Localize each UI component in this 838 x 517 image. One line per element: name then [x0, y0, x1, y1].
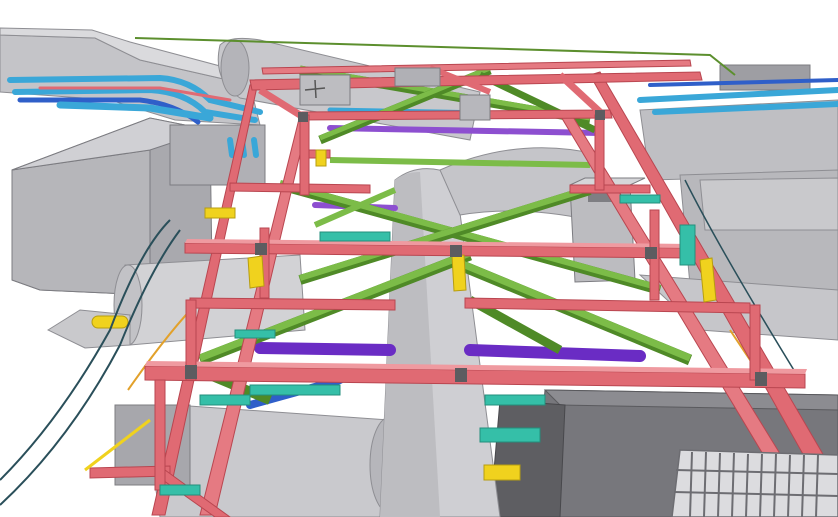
teal-7 [234, 329, 276, 339]
post-4 [749, 304, 761, 381]
teal-8 [159, 484, 201, 496]
round-duct-top-end [220, 39, 250, 97]
teal-5 [199, 394, 251, 406]
top-ladder-2 [314, 79, 317, 99]
post-7 [594, 114, 605, 191]
dark-block-mid [489, 399, 566, 517]
cage-frame [671, 449, 838, 517]
cage-grating [671, 449, 838, 517]
cyan-pipe-small-1 [227, 137, 235, 158]
beam-cross-1 [299, 109, 613, 121]
yellow-4 [483, 464, 521, 481]
cyan-pipe-small-3 [251, 137, 259, 158]
top-box-right [459, 94, 491, 121]
yellow-3 [451, 254, 467, 292]
teal-6 [679, 224, 696, 266]
top-box-far [394, 67, 441, 87]
teal-1 [319, 231, 391, 242]
beam-cross-6 [189, 297, 396, 311]
duct-right-panel [699, 177, 838, 231]
duct-right-top-box [719, 64, 811, 91]
post-6 [299, 114, 310, 196]
yellow-2 [247, 255, 265, 289]
yellow-6 [315, 149, 327, 167]
teal-4 [484, 394, 546, 406]
yellow-1 [204, 207, 236, 219]
teal-3 [479, 427, 541, 443]
teal-2 [249, 384, 341, 396]
post-5 [154, 379, 166, 491]
beam-cross-4 [569, 184, 651, 194]
teal-9 [619, 194, 661, 204]
bim-structure-scene [0, 0, 838, 517]
violet-pipe-lower [254, 342, 396, 356]
duct-box-mid [169, 124, 266, 186]
yellow-pipe-nozzle [91, 315, 129, 329]
